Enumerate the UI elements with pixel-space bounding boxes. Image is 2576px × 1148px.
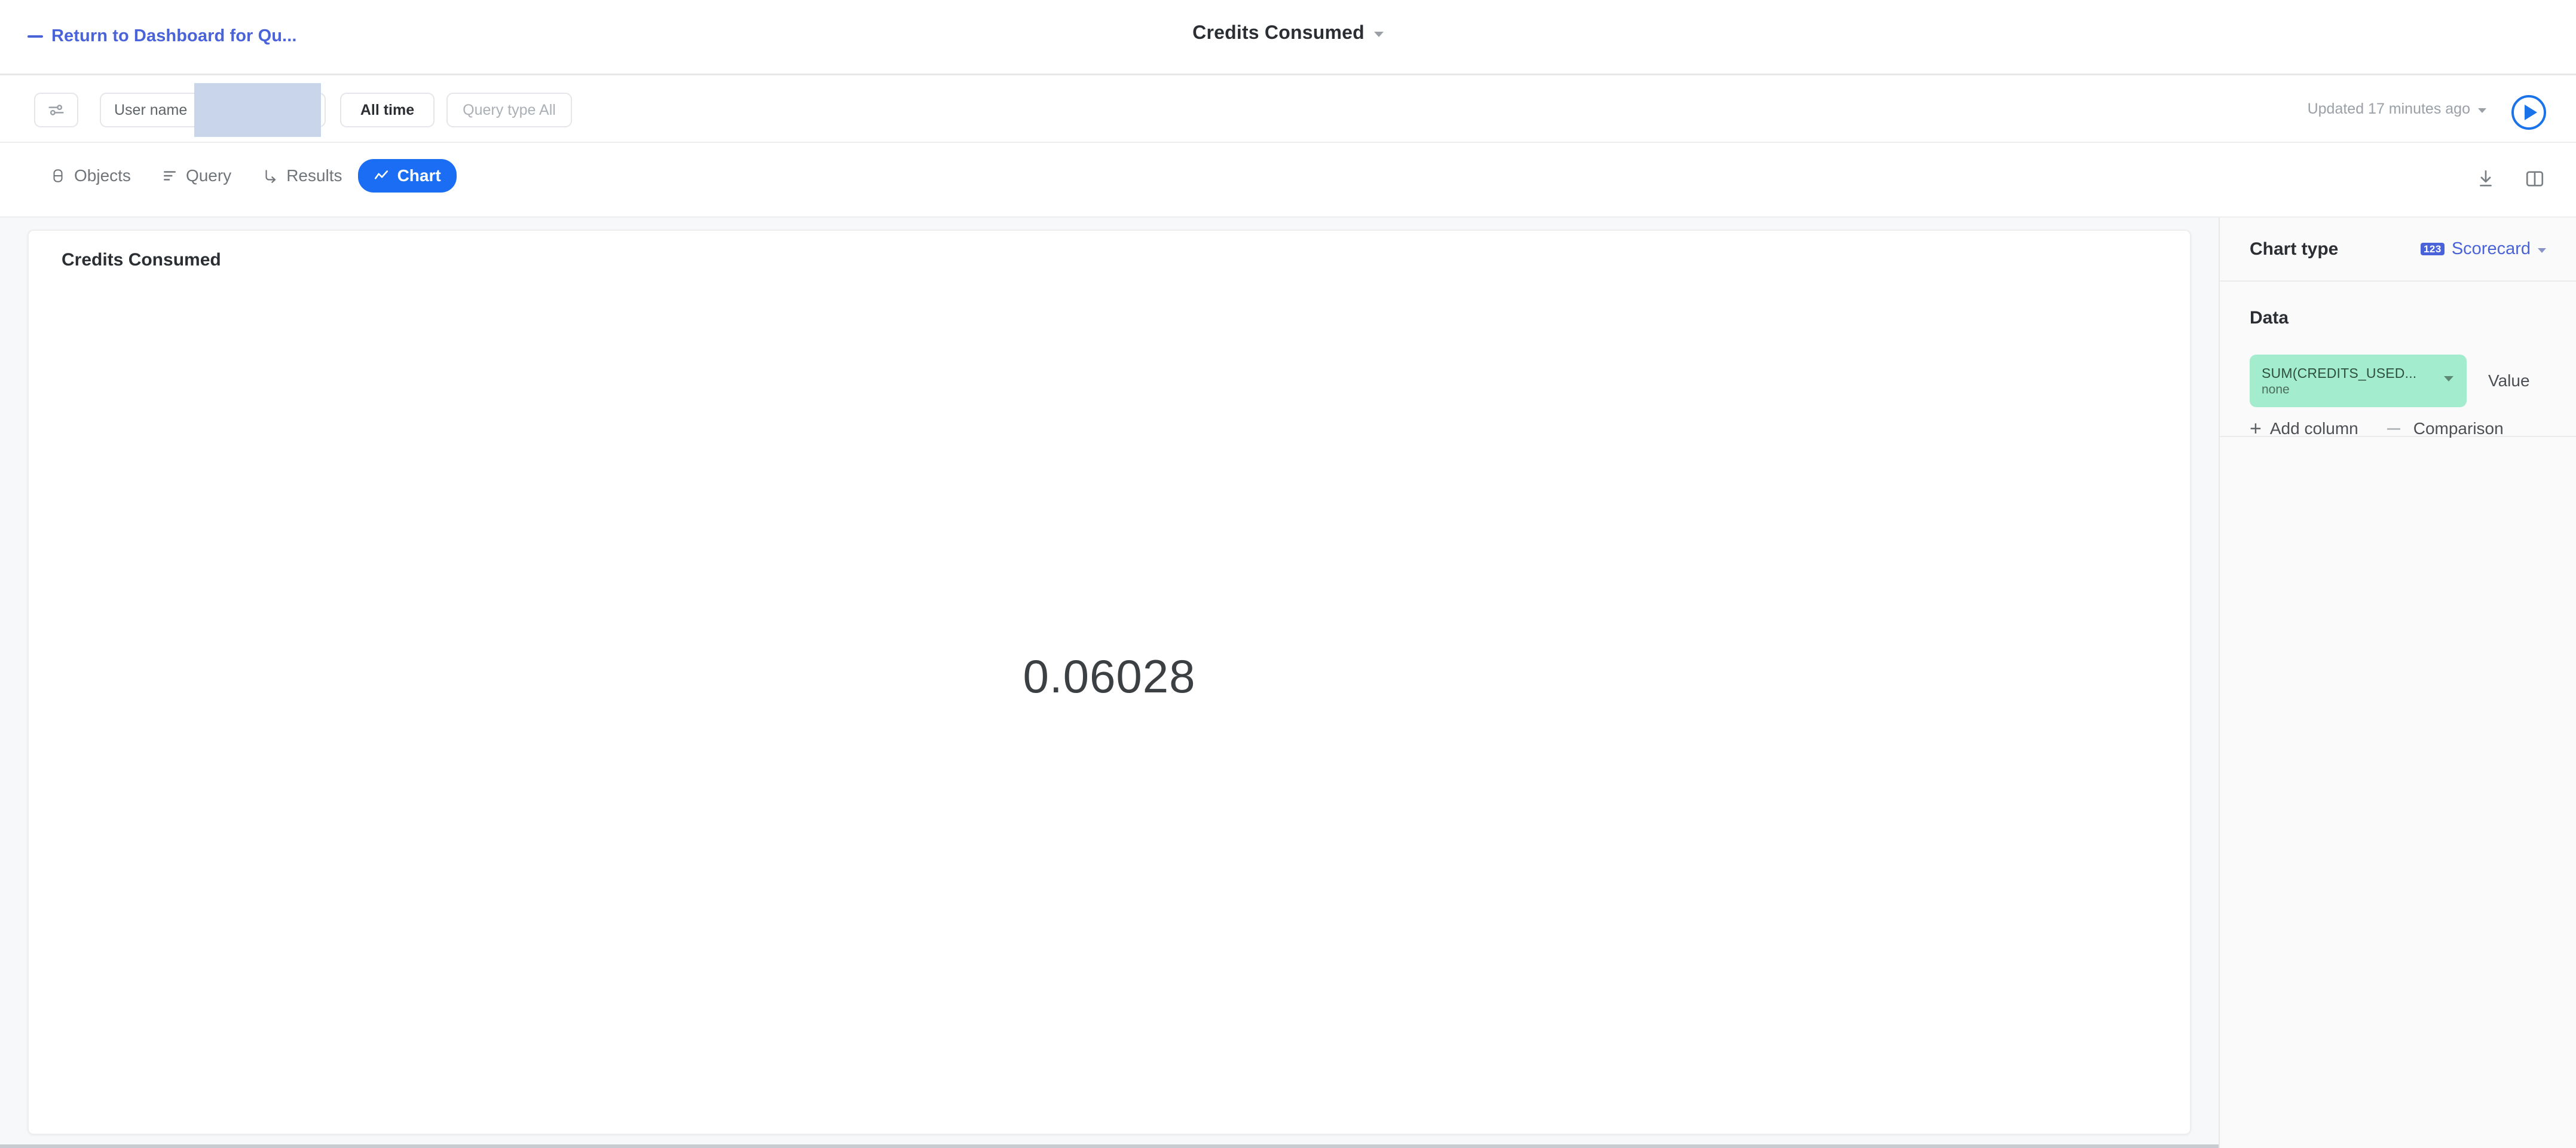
- tab-chart[interactable]: Chart: [357, 159, 457, 193]
- updated-status[interactable]: Updated 17 minutes ago: [2308, 100, 2486, 118]
- tab-results[interactable]: Results: [247, 159, 357, 193]
- minus-icon: [2387, 428, 2400, 430]
- column-chip-texts: SUM(CREDITS_USED... none: [2262, 365, 2416, 397]
- tab-bar-actions: [2476, 169, 2545, 189]
- plus-icon: +: [2250, 417, 2262, 440]
- data-column-row: SUM(CREDITS_USED... none Value: [2250, 355, 2530, 407]
- sliders-icon: [48, 105, 64, 115]
- horizontal-scrollbar[interactable]: [0, 1144, 2219, 1148]
- number-badge-icon: 123: [2420, 243, 2445, 255]
- scorecard-value: 0.06028: [1023, 650, 1196, 703]
- chart-type-value: Scorecard: [2451, 239, 2531, 258]
- line-chart-icon: [374, 170, 388, 179]
- tab-list: Objects Query Results Chart: [35, 159, 457, 193]
- filter-settings-button[interactable]: [34, 93, 78, 127]
- query-type-filter[interactable]: Query type All: [446, 93, 572, 127]
- chevron-down-icon: [2538, 248, 2546, 253]
- return-to-dashboard-label: Return to Dashboard for Qu...: [51, 26, 297, 45]
- tab-query-label: Query: [185, 166, 232, 185]
- run-query-button[interactable]: [2511, 95, 2546, 130]
- chevron-down-icon[interactable]: [1373, 31, 1384, 37]
- time-range-filter[interactable]: All time: [340, 93, 435, 127]
- chart-type-selector[interactable]: 123 Scorecard: [2420, 239, 2546, 259]
- column-chip-sub: none: [2262, 382, 2290, 396]
- add-column-button[interactable]: + Add column: [2250, 417, 2358, 440]
- user-name-filter-label: User name: [114, 101, 188, 118]
- data-section: Data SUM(CREDITS_USED... none Value + Ad…: [2220, 282, 2576, 440]
- split-panel-icon[interactable]: [2525, 169, 2545, 189]
- return-to-dashboard-link[interactable]: Return to Dashboard for Qu...: [27, 26, 297, 46]
- database-icon: [53, 169, 63, 182]
- column-chip-name: SUM(CREDITS_USED...: [2262, 365, 2417, 381]
- tab-objects-label: Objects: [74, 166, 131, 185]
- add-column-label: Add column: [2269, 419, 2358, 438]
- arrow-turn-icon: [265, 170, 276, 183]
- download-icon[interactable]: [2476, 169, 2496, 189]
- chart-config-sidebar: Chart type 123 Scorecard Data SUM(CREDIT…: [2219, 218, 2576, 1148]
- data-section-label: Data: [2250, 308, 2289, 328]
- user-name-filter[interactable]: User name: [100, 83, 326, 137]
- comparison-button[interactable]: Comparison: [2387, 419, 2504, 438]
- top-header: Return to Dashboard for Qu... Credits Co…: [0, 0, 2576, 75]
- user-name-filter-value-redacted[interactable]: [194, 83, 322, 137]
- query-lines-icon: [163, 171, 176, 181]
- tab-results-label: Results: [286, 166, 342, 185]
- time-range-filter-label: All time: [360, 101, 415, 118]
- minus-icon: [27, 35, 43, 38]
- tab-chart-label: Chart: [397, 166, 441, 185]
- scorecard-title: Credits Consumed: [62, 250, 221, 270]
- value-slot-label: Value: [2488, 371, 2530, 390]
- tab-objects[interactable]: Objects: [35, 159, 146, 193]
- chevron-down-icon: [2478, 108, 2486, 113]
- header-title-group: Credits Consumed: [0, 22, 2576, 44]
- updated-status-label: Updated 17 minutes ago: [2307, 100, 2470, 117]
- tab-query[interactable]: Query: [146, 159, 247, 193]
- query-type-filter-label: Query type All: [463, 101, 556, 118]
- chevron-down-icon: [2444, 376, 2453, 381]
- page-title: Credits Consumed: [1192, 22, 1365, 43]
- column-chip-credits-used[interactable]: SUM(CREDITS_USED... none: [2250, 355, 2467, 407]
- data-actions-row: + Add column Comparison: [2250, 417, 2504, 440]
- comparison-label: Comparison: [2413, 419, 2504, 438]
- chart-type-section: Chart type 123 Scorecard: [2220, 218, 2576, 282]
- play-icon: [2524, 105, 2537, 120]
- chart-canvas: Credits Consumed 0.06028: [0, 218, 2219, 1148]
- scorecard-card: Credits Consumed 0.06028: [27, 230, 2191, 1135]
- chart-type-label: Chart type: [2250, 239, 2339, 259]
